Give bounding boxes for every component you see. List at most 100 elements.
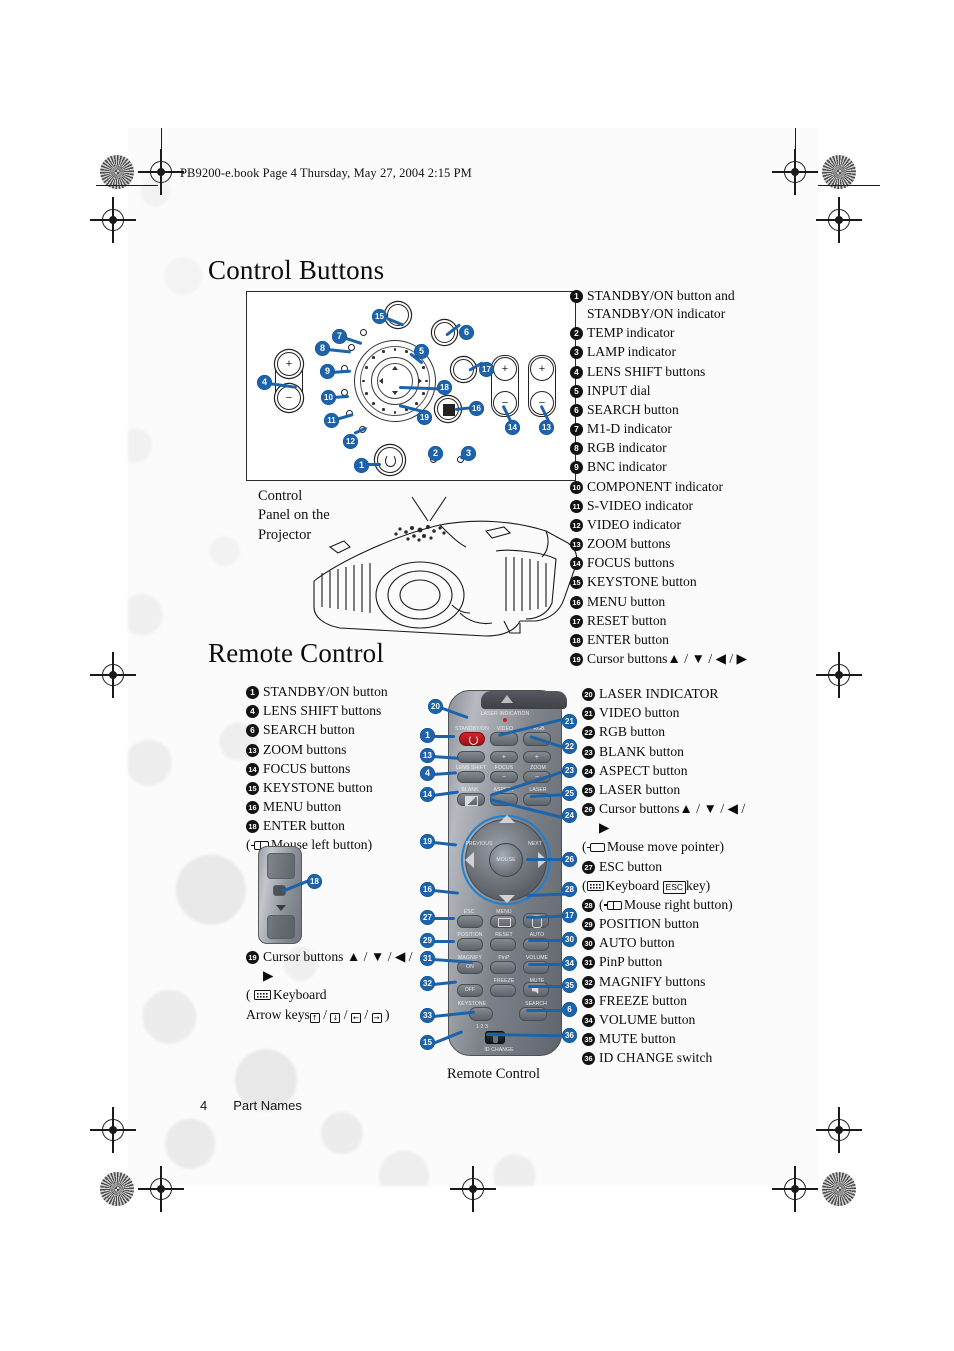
- item-number: 16: [246, 801, 259, 815]
- list-item: 17 RESET button: [570, 612, 766, 630]
- callout-leader: [528, 985, 566, 988]
- callout-4: 4: [257, 375, 272, 390]
- item-label: LAMP indicator: [587, 344, 676, 360]
- arrow-right-key-icon: →: [371, 1012, 382, 1023]
- list-item-overflow: ▶: [246, 967, 426, 985]
- item-label: MAGNIFY buttons: [599, 973, 706, 989]
- lens-shift-down-button[interactable]: [457, 771, 485, 783]
- list-item: 31 PinP button: [582, 953, 772, 971]
- callout-4-remote: 4: [420, 766, 435, 781]
- item-label: LENS SHIFT buttons: [263, 703, 382, 719]
- keystone-button[interactable]: [469, 1007, 493, 1021]
- callout-36: 36: [562, 1028, 577, 1043]
- item-number: 1: [570, 290, 583, 303]
- callout-16-remote: 16: [420, 882, 435, 897]
- item-label: ENTER button: [263, 818, 345, 834]
- callout-leader: [528, 939, 566, 942]
- remote-right-list: 20 LASER INDICATOR 21 VIDEO button 22 RG…: [582, 685, 772, 1068]
- item-label: M1-D indicator: [587, 421, 672, 437]
- cursor-up-arrow-icon[interactable]: [499, 815, 515, 823]
- list-item-overflow: ▶: [582, 819, 772, 837]
- lens-shift-up-button[interactable]: [457, 751, 485, 763]
- blank-icon: [465, 796, 478, 806]
- position-button[interactable]: [457, 938, 483, 951]
- registration-mark: [90, 1107, 136, 1153]
- reset-button[interactable]: [490, 938, 516, 951]
- id-digits-label: 1 2 3: [476, 1024, 488, 1030]
- page-footer: 4 Part Names: [200, 1098, 302, 1113]
- callout-10: 10: [321, 390, 336, 405]
- crop-line: [161, 128, 162, 190]
- callout-leader: [433, 917, 455, 920]
- crop-line: [96, 185, 158, 186]
- item-label: TEMP indicator: [587, 325, 675, 341]
- esc-button[interactable]: [457, 915, 483, 928]
- item-number: 19: [246, 951, 259, 964]
- list-item: 4 LENS SHIFT buttons: [246, 702, 426, 720]
- cursor-left-arrow-icon: [379, 378, 383, 384]
- cursor-down-arrow-icon[interactable]: [499, 895, 515, 903]
- id-change-label: ID CHANGE: [484, 1047, 514, 1053]
- callout-23: 23: [562, 763, 577, 778]
- arrow-left-key-icon: ←: [350, 1012, 361, 1023]
- item-number: 4: [246, 705, 259, 719]
- list-item: 1 STANDBY/ON button: [246, 683, 426, 701]
- list-item: 18 ENTER button: [246, 817, 426, 835]
- item-number: 35: [582, 1033, 595, 1047]
- lens-shift-minus-label: −: [285, 392, 293, 404]
- previous-label: PREVIOUS: [465, 841, 493, 847]
- keyboard-arrowkeys-note: Arrow keys ↑ / ↓ / ← / → ): [246, 1006, 390, 1023]
- callout-leader: [526, 1009, 566, 1012]
- callout-24: 24: [562, 808, 577, 823]
- list-item: 6 SEARCH button: [570, 401, 766, 419]
- list-item: 36 ID CHANGE switch: [582, 1049, 772, 1067]
- pinp-button[interactable]: [490, 961, 516, 974]
- list-item: 11 S-VIDEO indicator: [570, 497, 766, 515]
- focus-plus-label: +: [501, 363, 509, 375]
- callout-17-remote: 17: [562, 908, 577, 923]
- laser-indicator: [503, 718, 507, 722]
- list-item: 2 TEMP indicator: [570, 324, 766, 342]
- esc-keyboard-suffix: key): [686, 877, 711, 893]
- lens-shift-plus-label: +: [285, 358, 293, 370]
- list-item: 15 KEYSTONE button: [246, 779, 426, 797]
- callout-3: 3: [461, 446, 476, 461]
- item-number: 14: [246, 762, 259, 776]
- item-number: 31: [582, 956, 595, 970]
- callout-29: 29: [420, 933, 435, 948]
- callout-35: 35: [562, 978, 577, 993]
- freeze-button[interactable]: [490, 984, 516, 997]
- item-label: LASER INDICATOR: [599, 686, 719, 701]
- item-label: MENU button: [263, 799, 342, 815]
- item-label: KEYSTONE button: [587, 574, 697, 590]
- list-item: 27 ESC button: [582, 858, 772, 876]
- callout-28: 28: [562, 882, 577, 897]
- callout-18-side: 18: [307, 874, 322, 889]
- callout-9: 9: [320, 364, 335, 379]
- item-label: BLANK button: [599, 743, 684, 759]
- item-label: ZOOM buttons: [263, 741, 347, 757]
- item-label: Mouse right button): [623, 896, 733, 912]
- registration-mark: [450, 1166, 496, 1212]
- emitter-triangle-icon: [501, 695, 513, 703]
- item-number: 19: [570, 653, 583, 667]
- list-item: 14 FOCUS buttons: [246, 760, 426, 778]
- cursor-left-arrow-icon[interactable]: [465, 852, 474, 868]
- registration-mark: [816, 1107, 862, 1153]
- page-title-remote-control: Remote Control: [208, 638, 385, 668]
- zoom-plus-label: +: [538, 363, 546, 375]
- item-number: 1: [246, 686, 259, 699]
- remote-side-view: 18: [252, 846, 362, 950]
- magnify-off-label: OFF: [464, 987, 476, 993]
- item-label: MENU button: [587, 593, 666, 609]
- list-item: 7 M1-D indicator: [570, 420, 766, 438]
- list-item: 13 ZOOM buttons: [246, 741, 426, 759]
- item-label: ENTER button: [587, 632, 669, 647]
- registration-mark: [816, 652, 862, 698]
- item-number: 2: [570, 327, 583, 341]
- callout-14-remote: 14: [420, 787, 435, 802]
- item-number: 15: [246, 781, 259, 795]
- callout-15: 15: [372, 309, 387, 324]
- callout-26: 26: [562, 852, 577, 867]
- menu-icon: [498, 918, 511, 927]
